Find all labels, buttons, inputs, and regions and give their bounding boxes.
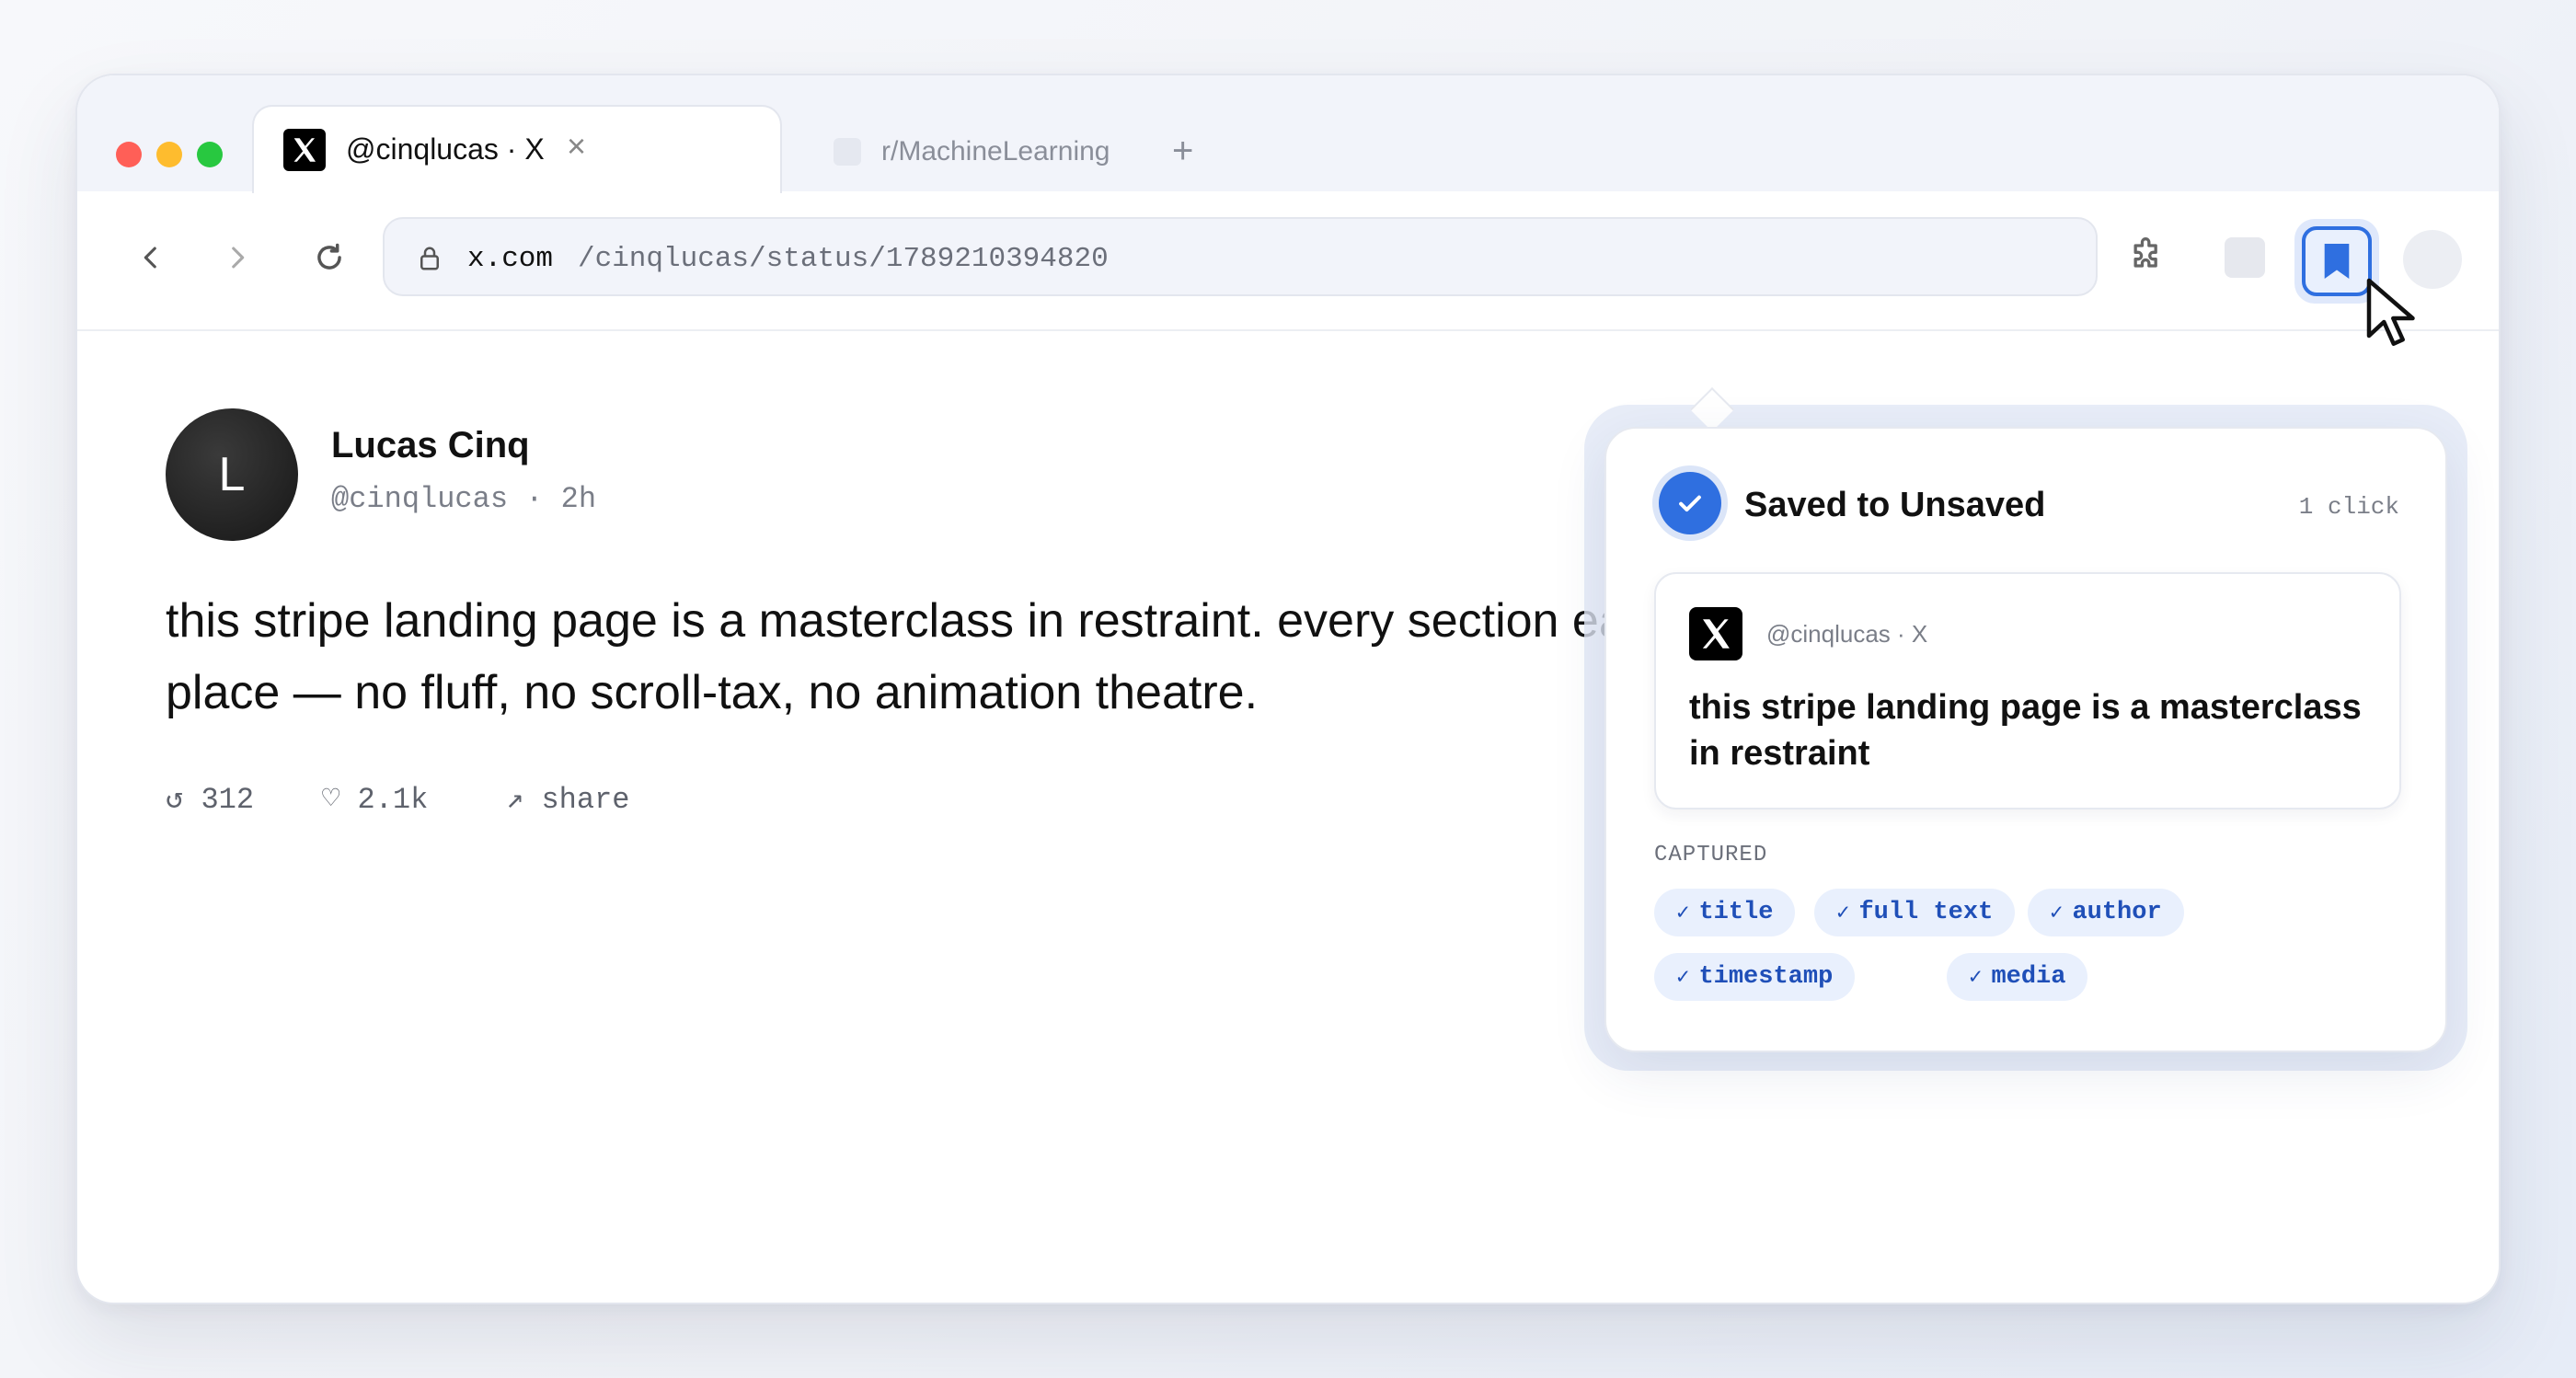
x-logo-icon xyxy=(1689,607,1742,660)
maximize-window-button[interactable] xyxy=(197,142,223,167)
share-stat[interactable]: ↗ share xyxy=(506,780,629,817)
author-avatar[interactable]: L xyxy=(166,408,298,541)
card-text: this stripe landing page is a masterclas… xyxy=(1689,688,2362,773)
chevron-left-icon xyxy=(144,247,156,269)
toolbar-divider xyxy=(77,329,2499,331)
tab-active[interactable]: @cinqlucas · X × xyxy=(252,105,782,193)
minimize-window-button[interactable] xyxy=(156,142,182,167)
puzzle-icon[interactable] xyxy=(2127,235,2168,276)
chip-title: ✓ title xyxy=(1654,889,1796,936)
check-icon xyxy=(1659,472,1721,534)
tab-title: r/MachineLearning xyxy=(881,136,1110,167)
tab-bar: @cinqlucas · X × r/MachineLearning + xyxy=(77,75,2499,193)
chip-label: full text xyxy=(1858,899,1994,926)
chip-label: author xyxy=(2072,899,2162,926)
extension-placeholder-icon[interactable] xyxy=(2225,237,2265,278)
check-icon: ✓ xyxy=(1676,966,1690,991)
bookmark-icon xyxy=(2302,226,2372,296)
saved-item-card[interactable]: @cinqlucas · X this stripe landing page … xyxy=(1654,572,2401,810)
author-name[interactable]: Lucas Cinq xyxy=(331,425,530,466)
card-source: @cinqlucas · X xyxy=(1766,620,1928,648)
check-icon: ✓ xyxy=(1676,901,1690,926)
chevron-right-icon xyxy=(232,247,245,269)
url-path: /cinqlucas/status/1789210394820 xyxy=(578,243,1109,275)
new-tab-button[interactable]: + xyxy=(1172,131,1193,172)
lock-icon xyxy=(420,247,439,270)
chip-full-text: ✓ full text xyxy=(1814,889,2016,936)
back-button[interactable] xyxy=(125,232,177,283)
reload-icon xyxy=(317,243,341,270)
close-window-button[interactable] xyxy=(116,142,142,167)
saved-status xyxy=(1652,465,1728,541)
popup-title: Saved to Unsaved xyxy=(1744,486,2046,524)
x-logo-icon xyxy=(283,129,326,171)
chip-timestamp: ✓ timestamp xyxy=(1654,953,1856,1001)
chip-label: title xyxy=(1698,899,1774,926)
forward-button[interactable] xyxy=(212,232,263,283)
check-icon: ✓ xyxy=(1969,966,1983,991)
favicon-placeholder-icon xyxy=(834,138,861,166)
chip-label: media xyxy=(1991,963,2066,991)
chip-author: ✓ author xyxy=(2028,889,2184,936)
author-meta: @cinqlucas · 2h xyxy=(331,482,597,516)
tab-title: @cinqlucas · X xyxy=(346,132,545,166)
address-bar[interactable]: x.com /cinqlucas/status/1789210394820 xyxy=(383,217,2098,296)
close-tab-icon[interactable]: × xyxy=(567,127,586,166)
mouse-cursor-icon xyxy=(2366,278,2415,346)
check-icon: ✓ xyxy=(2050,901,2064,926)
save-popup: Saved to Unsaved 1 click @cinqlucas · X … xyxy=(1604,427,2447,1052)
like-stat[interactable]: ♡ 2.1k xyxy=(322,780,428,817)
browser-window: @cinqlucas · X × r/MachineLearning + x.c… xyxy=(75,74,2501,1304)
chip-media: ✓ media xyxy=(1947,953,2088,1001)
chip-label: timestamp xyxy=(1698,963,1834,991)
check-icon: ✓ xyxy=(1836,901,1850,926)
repost-stat[interactable]: ↺ 312 xyxy=(166,780,254,817)
url-domain: x.com xyxy=(467,243,554,275)
post-text: this stripe landing page is a masterclas… xyxy=(166,594,1692,719)
click-count: 1 click xyxy=(2298,493,2399,521)
captured-label: CAPTURED xyxy=(1654,843,1768,867)
reload-button[interactable] xyxy=(304,232,355,283)
